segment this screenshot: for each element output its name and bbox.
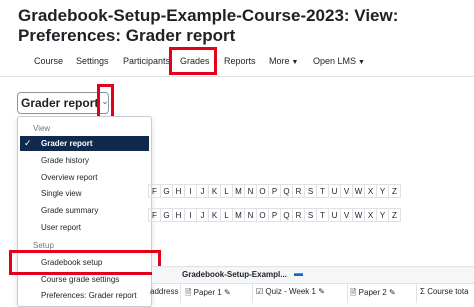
quiz-icon: ☑	[256, 287, 264, 296]
pencil-icon: ✎	[223, 288, 231, 297]
report-selector-button[interactable]: Grader report	[17, 92, 109, 114]
dropdown-group-view: View	[33, 124, 51, 133]
menu-item-gradebook-setup[interactable]: Gradebook setup	[41, 258, 102, 267]
column-divider	[252, 283, 253, 303]
lastname-initial-bar: FGHIJKLMNOPQRSTUVWXYZ	[148, 208, 401, 222]
menu-item-grade-summary[interactable]: Grade summary	[41, 206, 98, 215]
checkmark-icon: ✓	[24, 138, 32, 148]
column-label: Paper 1	[193, 288, 222, 297]
column-paper-2[interactable]: 🗎 Paper 2 ✎	[350, 287, 396, 301]
page-title: Gradebook-Setup-Example-Course-2023: Vie…	[18, 6, 399, 45]
tab-open-lms-label: Open LMS	[313, 56, 357, 66]
secondary-navigation: Course Settings Participants Grades Repo…	[0, 48, 474, 77]
menu-item-grader-report[interactable]: ✓ Grader report	[20, 136, 149, 151]
tab-settings[interactable]: Settings	[76, 56, 109, 66]
firstname-initial-bar: FGHIJKLMNOPQRSTUVWXYZ	[148, 184, 401, 198]
menu-item-label: Grader report	[41, 139, 93, 148]
tab-open-lms[interactable]: Open LMS ▼	[313, 56, 365, 66]
report-selector-label: Grader report	[21, 96, 99, 110]
chevron-down-icon[interactable]: ⌄	[100, 96, 110, 106]
pencil-icon: ✎	[388, 288, 396, 297]
tab-more-label: More	[269, 56, 290, 66]
pencil-icon: ✎	[318, 287, 325, 296]
chevron-down-icon: ▼	[358, 59, 365, 66]
tab-reports[interactable]: Reports	[224, 56, 256, 66]
column-quiz-week-1[interactable]: ☑ Quiz - Week 1 ✎	[256, 287, 325, 296]
grade-items-header-row: address 🗎 Paper 1 ✎ ☑ Quiz - Week 1 ✎ 🗎 …	[150, 283, 474, 303]
column-label: Course tota	[427, 287, 469, 296]
dropdown-group-setup: Setup	[33, 241, 54, 250]
chevron-down-icon: ▼	[291, 59, 299, 66]
menu-item-preferences-grader-report[interactable]: Preferences: Grader report	[41, 291, 137, 300]
menu-item-overview-report[interactable]: Overview report	[41, 173, 97, 182]
menu-item-course-grade-settings[interactable]: Course grade settings	[41, 275, 119, 284]
column-label: Paper 2	[358, 288, 387, 297]
tab-grades[interactable]: Grades	[180, 56, 210, 74]
menu-item-single-view[interactable]: Single view	[41, 189, 81, 198]
sum-icon: Σ	[420, 287, 425, 296]
assignment-icon: 🗎	[185, 288, 192, 297]
column-paper-1[interactable]: 🗎 Paper 1 ✎	[185, 287, 231, 301]
menu-item-grade-history[interactable]: Grade history	[41, 156, 89, 165]
column-course-total[interactable]: Σ Course tota	[420, 287, 469, 296]
assignment-icon: 🗎	[350, 288, 357, 297]
column-divider	[416, 283, 417, 303]
initial-letter[interactable]: Z	[388, 208, 401, 222]
menu-item-user-report[interactable]: User report	[41, 223, 81, 232]
initial-letter[interactable]: Z	[388, 184, 401, 198]
column-divider	[180, 283, 181, 303]
tab-participants[interactable]: Participants	[123, 56, 170, 66]
column-label: Quiz - Week 1	[265, 287, 316, 296]
column-divider	[347, 283, 348, 303]
collapse-icon[interactable]: ▬	[294, 268, 303, 278]
category-name: Gradebook-Setup-Exampl...	[182, 270, 287, 279]
column-address[interactable]: address	[150, 287, 178, 296]
report-dropdown-menu: View ✓ Grader report Grade history Overv…	[17, 116, 152, 307]
tab-more[interactable]: More ▼	[269, 56, 298, 66]
tab-course[interactable]: Course	[34, 56, 63, 66]
grade-category-header: Gradebook-Setup-Exampl... ▬	[152, 266, 474, 284]
